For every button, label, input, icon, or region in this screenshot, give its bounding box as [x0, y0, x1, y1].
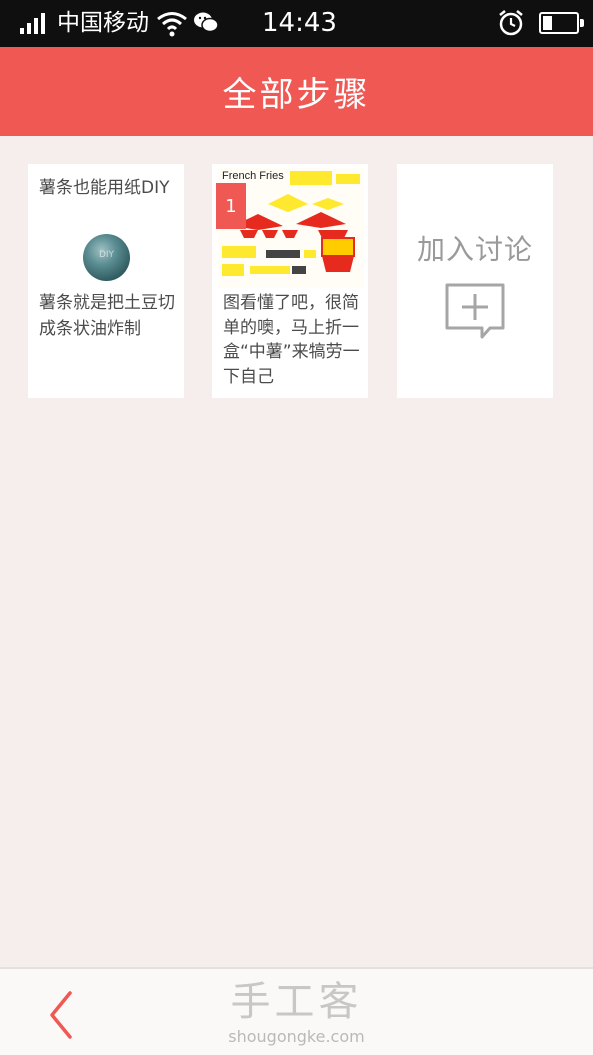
add-comment-icon: [445, 283, 505, 339]
signal-icon: [20, 12, 45, 34]
wechat-icon: [194, 12, 219, 33]
header: 全部步骤: [0, 47, 593, 136]
step-card[interactable]: French Fries 1 图看懂了吧，很简单的噢，马上折一盒“中薯”来犒劳一…: [212, 164, 368, 398]
bottom-bar: 手工客 shougongke.com: [0, 967, 593, 1055]
brand-url: shougongke.com: [228, 1027, 365, 1046]
author-avatar[interactable]: DIY: [83, 234, 130, 281]
project-title: 薯条也能用纸DIY: [39, 178, 170, 198]
battery-icon: [539, 12, 584, 34]
join-discussion-label: 加入讨论: [416, 233, 533, 266]
alarm-icon: [499, 10, 523, 36]
brand-logo: 手工客: [230, 979, 363, 1025]
thumbnail-caption: French Fries: [222, 170, 284, 182]
page-title: 全部步骤: [222, 75, 371, 115]
step-number-badge: 1: [216, 183, 246, 229]
clock-time: 14:43: [262, 8, 337, 38]
status-bar: 中国移动 14:43: [0, 0, 593, 47]
intro-card[interactable]: 薯条也能用纸DIY DIY 薯条就是把土豆切成条状油炸制: [28, 164, 184, 398]
wifi-icon: [157, 12, 187, 37]
step-description: 图看懂了吧，很简单的噢，马上折一盒“中薯”来犒劳一下自己: [223, 293, 360, 387]
join-discussion-card[interactable]: 加入讨论: [397, 164, 553, 398]
project-description: 薯条就是把土豆切成条状油炸制: [39, 293, 175, 339]
carrier-name: 中国移动: [57, 10, 149, 36]
